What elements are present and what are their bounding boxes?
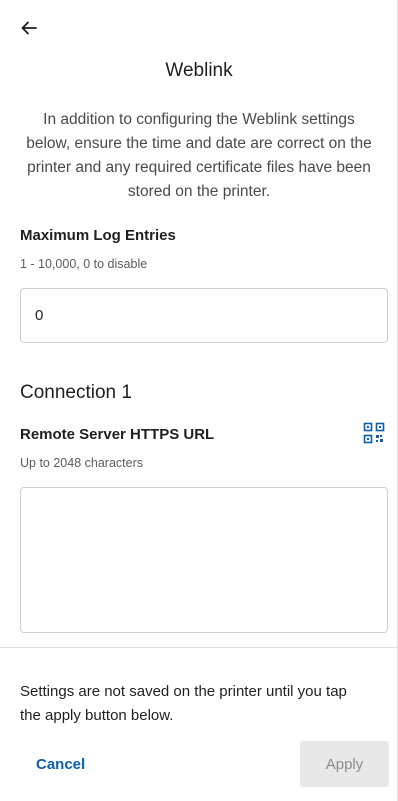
intro-text: In addition to configuring the Weblink s… [26,111,372,200]
max-log-entries-field[interactable] [20,288,388,343]
remote-url-label: Remote Server HTTPS URL [20,426,215,443]
arrow-left-icon [21,21,37,35]
max-log-entries-helper: 1 - 10,000, 0 to disable [20,257,148,271]
max-log-entries-input[interactable] [21,289,387,342]
qr-scan-button[interactable] [362,421,386,445]
apply-button[interactable]: Apply [300,741,389,787]
max-log-entries-label: Maximum Log Entries [20,227,176,244]
footer-divider [0,647,398,648]
connection-title: Connection 1 [20,382,132,403]
weblink-screen: Weblink In addition to configuring the W… [0,0,398,801]
cancel-button[interactable]: Cancel [36,756,85,773]
back-button[interactable] [20,14,48,42]
remote-url-helper: Up to 2048 characters [20,456,143,470]
page-title: Weblink [165,60,233,81]
remote-url-field[interactable] [20,487,388,633]
qr-scan-icon [363,422,385,444]
footer-note: Settings are not saved on the printer un… [20,683,347,724]
remote-url-input[interactable] [21,488,387,632]
